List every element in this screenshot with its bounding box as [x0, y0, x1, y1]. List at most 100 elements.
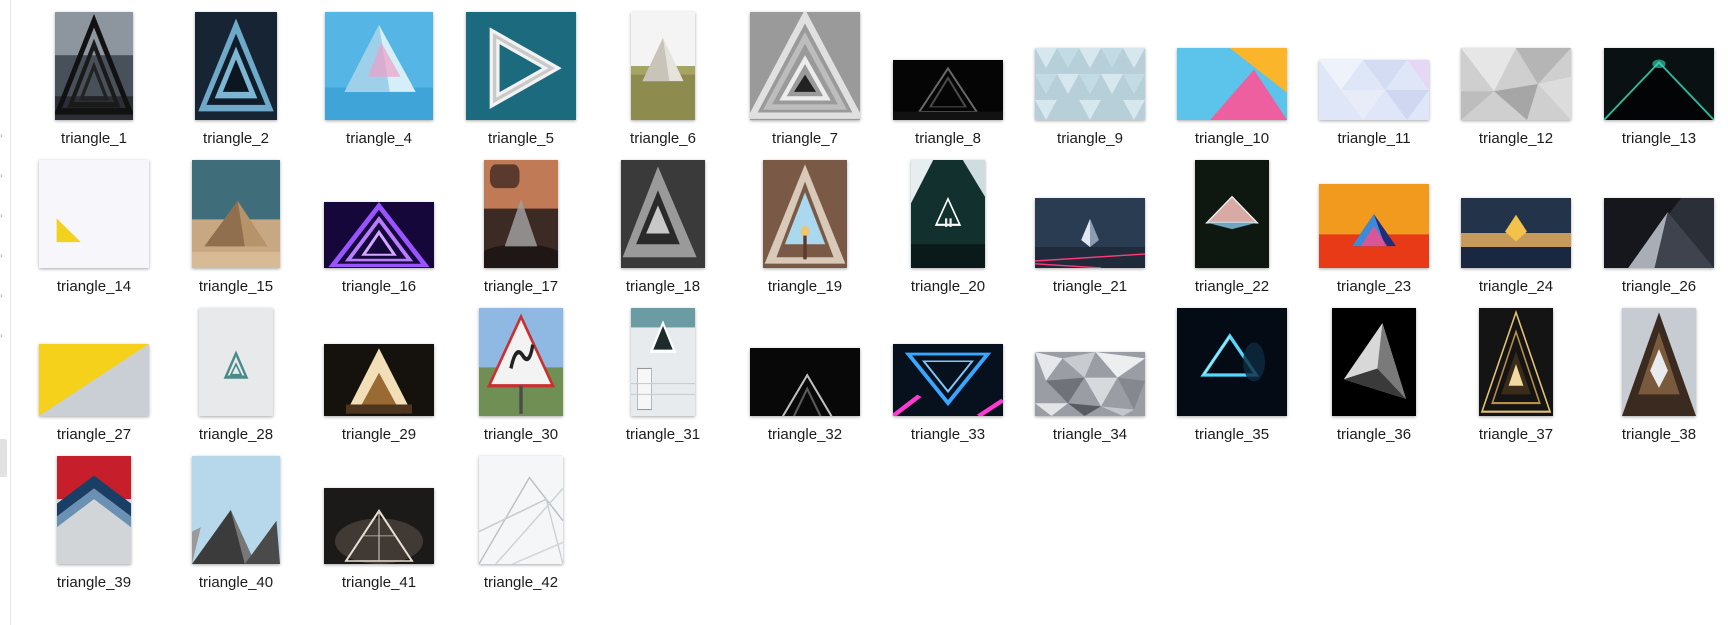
- triangle-16-thumbnail-icon: [324, 202, 434, 268]
- file-item[interactable]: triangle_30: [456, 306, 586, 454]
- file-item[interactable]: triangle_29: [314, 306, 444, 454]
- file-name: triangle_8: [915, 130, 981, 147]
- file-item[interactable]: triangle_13: [1594, 10, 1724, 158]
- triangle-32-thumbnail-icon: [750, 348, 860, 416]
- file-item[interactable]: triangle_8: [883, 10, 1013, 158]
- file-name: triangle_35: [1194, 426, 1270, 443]
- file-name: triangle_33: [910, 426, 986, 443]
- file-name: triangle_30: [483, 426, 559, 443]
- file-name: triangle_32: [767, 426, 843, 443]
- file-name: triangle_24: [1478, 278, 1554, 295]
- file-name: triangle_4: [346, 130, 412, 147]
- triangle-1-thumbnail-icon: [55, 12, 133, 120]
- file-name: triangle_11: [1337, 130, 1411, 147]
- file-name: triangle_42: [483, 574, 559, 591]
- file-item[interactable]: triangle_27: [29, 306, 159, 454]
- file-name: triangle_2: [203, 130, 269, 147]
- triangle-27-thumbnail-icon: [39, 344, 149, 416]
- file-item[interactable]: triangle_4: [314, 10, 444, 158]
- triangle-34-thumbnail-icon: [1035, 352, 1145, 416]
- triangle-22-thumbnail-icon: [1195, 160, 1269, 268]
- file-name: triangle_26: [1621, 278, 1697, 295]
- file-item[interactable]: triangle_6: [598, 10, 728, 158]
- file-name: triangle_1: [61, 130, 127, 147]
- triangle-33-thumbnail-icon: [893, 344, 1003, 416]
- triangle-37-thumbnail-icon: [1479, 308, 1553, 416]
- file-item[interactable]: triangle_12: [1451, 10, 1581, 158]
- file-item[interactable]: triangle_41: [314, 454, 444, 602]
- file-item[interactable]: triangle_22: [1167, 158, 1297, 306]
- triangle-23-thumbnail-icon: [1319, 184, 1429, 268]
- triangle-39-thumbnail-icon: [57, 456, 131, 564]
- file-name: triangle_9: [1057, 130, 1123, 147]
- file-name: triangle_23: [1336, 278, 1412, 295]
- file-item[interactable]: triangle_38: [1594, 306, 1724, 454]
- file-item[interactable]: triangle_28: [171, 306, 301, 454]
- file-item[interactable]: triangle_17: [456, 158, 586, 306]
- triangle-19-thumbnail-icon: [763, 160, 847, 268]
- file-name: triangle_36: [1336, 426, 1412, 443]
- file-name: triangle_21: [1052, 278, 1128, 295]
- triangle-31-thumbnail-icon: [631, 308, 695, 416]
- file-item[interactable]: triangle_21: [1025, 158, 1155, 306]
- file-item[interactable]: triangle_31: [598, 306, 728, 454]
- triangle-42-thumbnail-icon: [479, 456, 563, 564]
- file-name: triangle_7: [772, 130, 838, 147]
- triangle-11-thumbnail-icon: [1319, 60, 1429, 120]
- triangle-24-thumbnail-icon: [1461, 198, 1571, 268]
- file-item[interactable]: triangle_26: [1594, 158, 1724, 306]
- file-name: triangle_6: [630, 130, 696, 147]
- file-name: triangle_10: [1194, 130, 1270, 147]
- file-name: triangle_28: [198, 426, 274, 443]
- triangle-28-thumbnail-icon: [199, 308, 273, 416]
- file-item[interactable]: triangle_9: [1025, 10, 1155, 158]
- file-item[interactable]: triangle_1: [29, 10, 159, 158]
- triangle-14-thumbnail-icon: [39, 160, 149, 268]
- file-item[interactable]: triangle_18: [598, 158, 728, 306]
- file-item[interactable]: triangle_11: [1309, 10, 1439, 158]
- triangle-5-thumbnail-icon: [466, 12, 576, 120]
- triangle-12-thumbnail-icon: [1461, 48, 1571, 120]
- triangle-38-thumbnail-icon: [1622, 308, 1696, 416]
- triangle-41-thumbnail-icon: [324, 488, 434, 564]
- file-item[interactable]: triangle_36: [1309, 306, 1439, 454]
- file-name: triangle_16: [341, 278, 417, 295]
- file-item[interactable]: triangle_20: [883, 158, 1013, 306]
- triangle-9-thumbnail-icon: [1035, 48, 1145, 120]
- file-grid: triangle_1 triangle_2 triangle_4 triangl…: [0, 0, 1728, 625]
- file-name: triangle_18: [625, 278, 701, 295]
- file-name: triangle_37: [1478, 426, 1554, 443]
- file-name: triangle_39: [56, 574, 132, 591]
- file-name: triangle_19: [767, 278, 843, 295]
- triangle-6-thumbnail-icon: [631, 12, 695, 120]
- file-item[interactable]: triangle_24: [1451, 158, 1581, 306]
- triangle-8-thumbnail-icon: [893, 60, 1003, 120]
- file-item[interactable]: triangle_42: [456, 454, 586, 602]
- triangle-21-thumbnail-icon: [1035, 198, 1145, 268]
- triangle-35-thumbnail-icon: [1177, 308, 1287, 416]
- file-item[interactable]: triangle_19: [740, 158, 870, 306]
- file-name: triangle_13: [1621, 130, 1697, 147]
- file-item[interactable]: triangle_33: [883, 306, 1013, 454]
- file-item[interactable]: triangle_32: [740, 306, 870, 454]
- file-name: triangle_41: [341, 574, 417, 591]
- file-item[interactable]: triangle_40: [171, 454, 301, 602]
- file-item[interactable]: triangle_39: [29, 454, 159, 602]
- file-item[interactable]: triangle_37: [1451, 306, 1581, 454]
- file-name: triangle_40: [198, 574, 274, 591]
- file-name: triangle_29: [341, 426, 417, 443]
- file-item[interactable]: triangle_14: [29, 158, 159, 306]
- file-name: triangle_27: [56, 426, 132, 443]
- file-item[interactable]: triangle_16: [314, 158, 444, 306]
- file-item[interactable]: triangle_2: [171, 10, 301, 158]
- file-item[interactable]: triangle_23: [1309, 158, 1439, 306]
- file-item[interactable]: triangle_15: [171, 158, 301, 306]
- file-item[interactable]: triangle_7: [740, 10, 870, 158]
- file-name: triangle_20: [910, 278, 986, 295]
- file-item[interactable]: triangle_34: [1025, 306, 1155, 454]
- triangle-15-thumbnail-icon: [192, 160, 280, 268]
- file-item[interactable]: triangle_35: [1167, 306, 1297, 454]
- file-name: triangle_17: [483, 278, 559, 295]
- file-item[interactable]: triangle_10: [1167, 10, 1297, 158]
- file-item[interactable]: triangle_5: [456, 10, 586, 158]
